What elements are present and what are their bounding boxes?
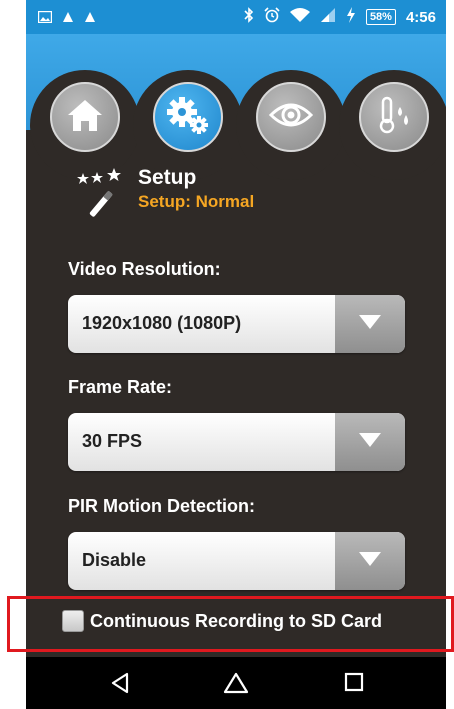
video-resolution-select[interactable]: 1920x1080 (1080P) xyxy=(68,295,405,353)
wifi-icon xyxy=(289,7,310,27)
chevron-down-icon xyxy=(359,314,381,334)
chevron-down-icon xyxy=(359,432,381,452)
tab-environment[interactable] xyxy=(359,82,429,152)
dropdown-arrow[interactable] xyxy=(335,413,405,471)
person-icon xyxy=(62,9,74,27)
person-icon xyxy=(84,9,96,27)
notification-icons xyxy=(37,9,96,27)
gears-icon xyxy=(165,95,211,140)
system-icons: 58% 4:56 xyxy=(244,7,436,27)
signal-icon xyxy=(320,7,336,27)
video-resolution-value: 1920x1080 (1080P) xyxy=(82,313,242,333)
pir-motion-select[interactable]: Disable xyxy=(68,532,405,590)
frame-rate-select[interactable]: 30 FPS xyxy=(68,413,405,471)
status-bar: 58% 4:56 xyxy=(26,0,446,34)
charging-icon xyxy=(346,7,356,27)
highlight-box xyxy=(7,596,454,652)
pir-motion-label: PIR Motion Detection: xyxy=(68,496,255,516)
magic-wand-icon xyxy=(76,167,130,222)
home-icon xyxy=(65,97,105,138)
frame-rate-label: Frame Rate: xyxy=(68,377,173,397)
dropdown-arrow[interactable] xyxy=(335,295,405,353)
tab-view[interactable] xyxy=(256,82,326,152)
battery-level: 58% xyxy=(365,9,396,25)
chevron-down-icon xyxy=(359,551,381,571)
bluetooth-icon xyxy=(244,7,254,27)
tab-home[interactable] xyxy=(50,82,120,152)
video-resolution-label: Video Resolution: xyxy=(68,259,221,279)
home-icon[interactable] xyxy=(223,672,249,699)
clock: 4:56 xyxy=(405,8,436,26)
eye-icon xyxy=(268,101,314,134)
setup-mode-subtitle: Setup: Normal xyxy=(138,192,255,211)
image-icon xyxy=(37,9,53,27)
back-icon[interactable] xyxy=(110,672,130,699)
recents-icon[interactable] xyxy=(344,672,364,697)
thermometer-icon xyxy=(376,95,412,140)
setup-title: Setup xyxy=(138,166,197,189)
alarm-icon xyxy=(264,7,280,27)
frame-rate-value: 30 FPS xyxy=(82,431,143,451)
tab-setup[interactable] xyxy=(153,82,223,152)
pir-motion-value: Disable xyxy=(82,550,147,570)
dropdown-arrow[interactable] xyxy=(335,532,405,590)
navigation-bar xyxy=(26,657,446,709)
